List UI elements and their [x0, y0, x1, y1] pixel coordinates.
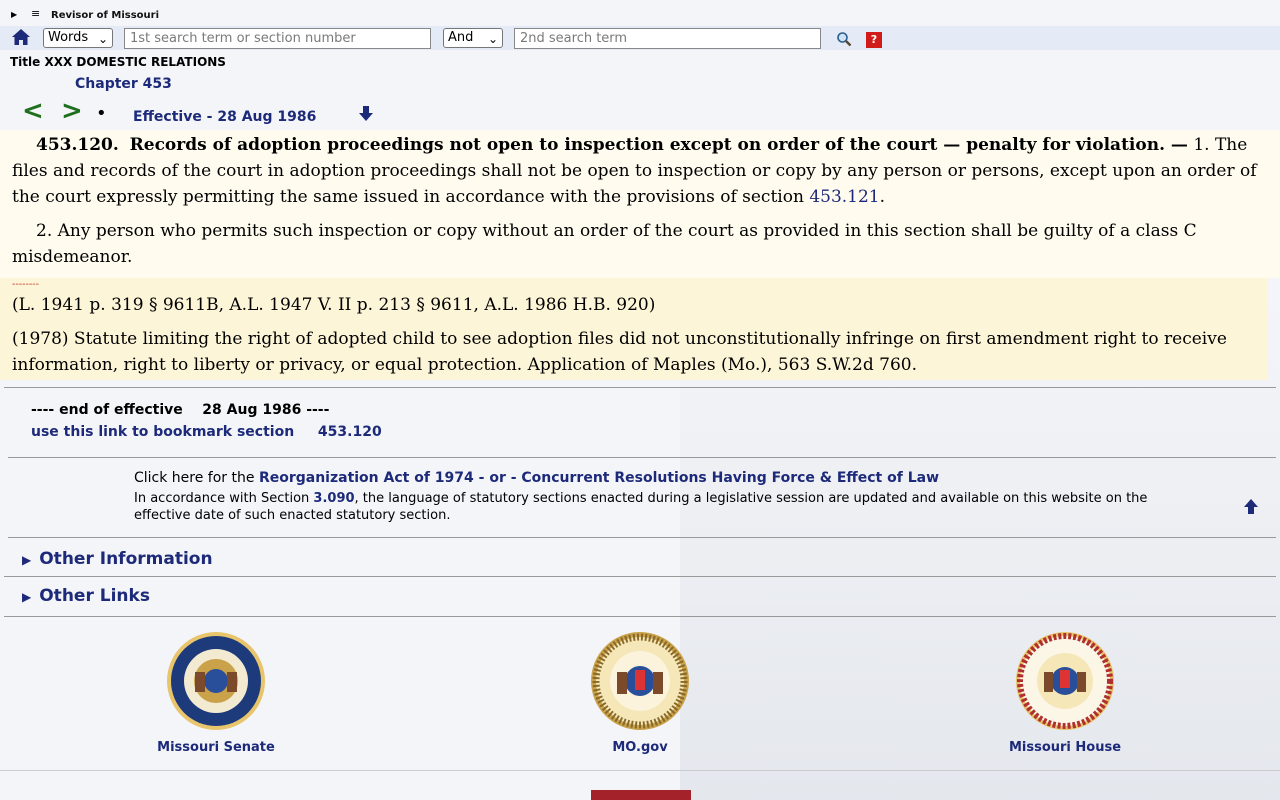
state-seal-icon[interactable] [589, 630, 691, 732]
missouri-house-link[interactable]: Missouri House [965, 630, 1165, 755]
missouri-senate-link[interactable]: Missouri Senate [116, 630, 316, 755]
reorganization-act-link[interactable]: Reorganization Act of 1974 - or - Concur… [259, 470, 939, 486]
statute-paragraph-2: 2. Any person who permits such inspectio… [12, 221, 1197, 267]
search-icon[interactable] [836, 31, 852, 47]
mo-gov-link[interactable]: MO.gov [540, 630, 740, 755]
section-heading: Records of adoption proceedings not open… [129, 135, 1188, 155]
footer-banner [591, 790, 691, 800]
other-links-toggle[interactable]: ▶ Other Links [22, 586, 150, 606]
senate-seal-icon[interactable] [165, 630, 267, 732]
search-term-2-input[interactable] [514, 28, 821, 49]
search-term-1-input[interactable] [124, 28, 431, 49]
period: . [879, 187, 886, 207]
search-operator-value: And [448, 30, 474, 45]
arrow-down-icon[interactable] [357, 105, 375, 123]
section-3-090-link[interactable]: 3.090 [313, 491, 354, 506]
mo-gov-label[interactable]: MO.gov [540, 740, 740, 755]
section-number: 453.120. [36, 135, 119, 155]
effective-date-note: In accordance with Section 3.090, the la… [134, 490, 1164, 524]
other-information-label: Other Information [39, 549, 213, 569]
divider [4, 616, 1276, 617]
search-operator-select[interactable]: And ⌄ [443, 28, 503, 48]
reorg-prefix: Click here for the [134, 470, 259, 486]
footer-divider [0, 770, 1280, 771]
history-citation: (L. 1941 p. 319 § 9611B, A.L. 1947 V. II… [12, 295, 656, 315]
bookmark-text[interactable]: use this link to bookmark section [31, 424, 294, 440]
other-information-toggle[interactable]: ▶ Other Information [22, 549, 213, 569]
divider [8, 537, 1276, 538]
home-icon[interactable] [11, 27, 31, 47]
section-453-121-link[interactable]: 453.121 [809, 187, 879, 207]
divider [4, 387, 1276, 388]
search-mode-select[interactable]: Words ⌄ [43, 28, 113, 48]
chevron-down-icon: ⌄ [487, 32, 498, 46]
reorganization-notice: Click here for the Reorganization Act of… [134, 470, 1164, 524]
next-section-button[interactable]: > [61, 96, 83, 126]
history-notes: -------- (L. 1941 p. 319 § 9611B, A.L. 1… [0, 278, 1267, 380]
section-dot-icon[interactable]: • [96, 103, 107, 124]
expand-triangle-icon: ▶ [22, 553, 32, 567]
bookmark-link[interactable]: use this link to bookmark section 453.12… [31, 424, 382, 440]
missouri-senate-label[interactable]: Missouri Senate [116, 740, 316, 755]
house-seal-icon[interactable] [1014, 630, 1116, 732]
note-prefix: In accordance with Section [134, 491, 314, 506]
effective-date-link[interactable]: Effective - 28 Aug 1986 [133, 109, 316, 125]
arrow-up-icon[interactable] [1242, 497, 1260, 515]
case-annotation: (1978) Statute limiting the right of ado… [12, 329, 1227, 375]
search-bar: Words ⌄ And ⌄ ? [0, 26, 1280, 50]
chapter-link[interactable]: Chapter 453 [75, 76, 172, 92]
menu-icon[interactable]: ≡ [31, 8, 40, 19]
title-heading[interactable]: Title XXX DOMESTIC RELATIONS [10, 55, 226, 69]
divider [8, 457, 1276, 458]
top-bar: ▶ ≡ Revisor of Missouri [0, 0, 1280, 26]
expand-triangle-icon[interactable]: ▶ [11, 10, 17, 19]
expand-triangle-icon: ▶ [22, 590, 32, 604]
end-of-effective-text: ---- end of effective 28 Aug 1986 ---- [31, 402, 330, 418]
previous-section-button[interactable]: < [22, 96, 44, 126]
divider [4, 576, 1276, 577]
history-divider: -------- [12, 279, 40, 290]
help-icon[interactable]: ? [866, 32, 882, 48]
bookmark-section-number[interactable]: 453.120 [318, 424, 382, 440]
site-brand[interactable]: Revisor of Missouri [51, 10, 159, 21]
chevron-down-icon: ⌄ [97, 32, 108, 46]
other-links-label: Other Links [39, 586, 150, 606]
missouri-house-label[interactable]: Missouri House [965, 740, 1165, 755]
statute-text: 453.120. Records of adoption proceedings… [0, 130, 1280, 278]
search-mode-value: Words [48, 30, 89, 45]
